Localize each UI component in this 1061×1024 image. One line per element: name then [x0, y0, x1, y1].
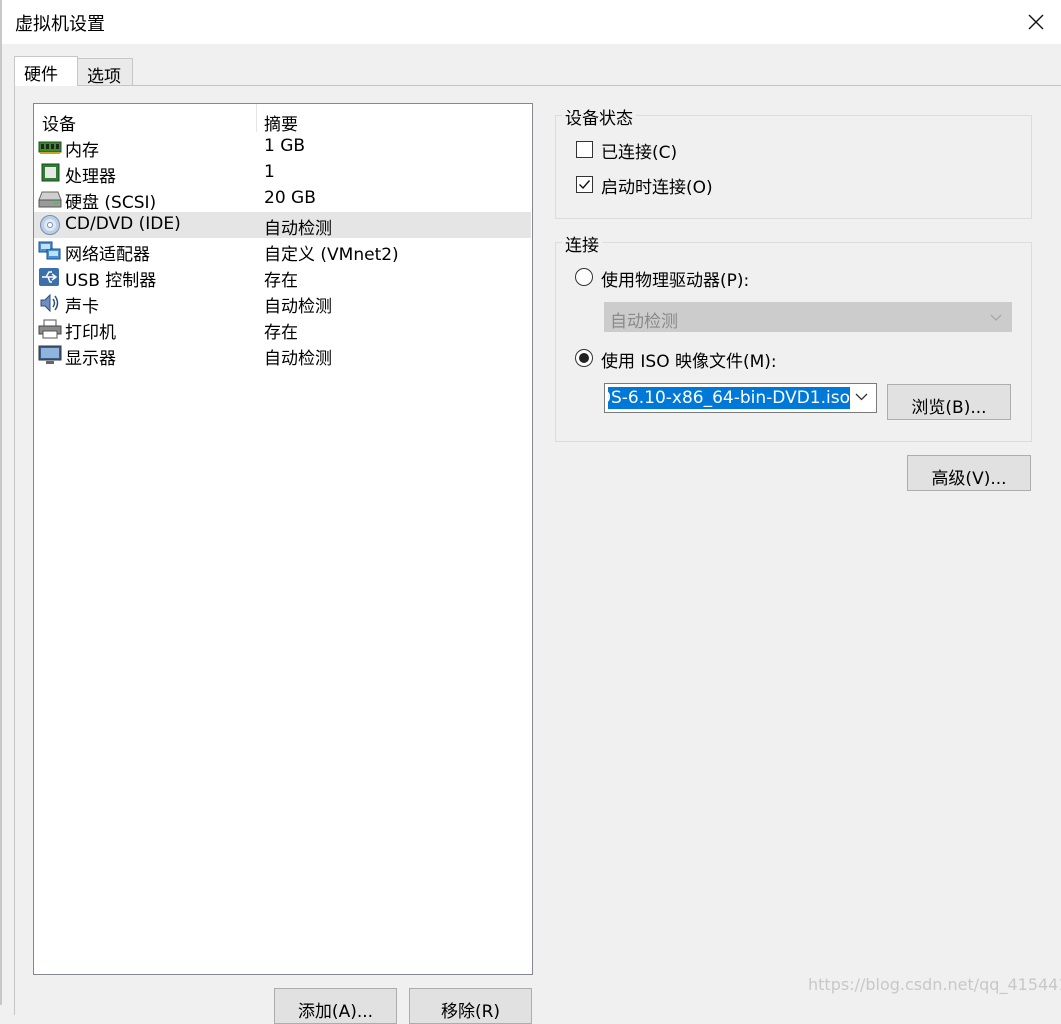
- device-name: 显示器: [65, 349, 116, 369]
- physical-drive-label[interactable]: 使用物理驱动器(P):: [601, 266, 749, 291]
- iso-image-label[interactable]: 使用 ISO 映像文件(M):: [601, 347, 777, 372]
- device-name: 内存: [65, 141, 99, 161]
- watermark: https://blog.csdn.net/qq_41544196: [808, 975, 1061, 994]
- display-icon: [38, 345, 62, 365]
- chevron-down-icon: [990, 314, 1002, 321]
- device-row-cd-dvd[interactable]: CD/DVD (IDE) 自动检测: [34, 212, 531, 239]
- add-device-button[interactable]: 添加(A)...: [274, 988, 397, 1024]
- network-adapter-icon: [38, 241, 62, 261]
- device-row-usb-controller[interactable]: USB 控制器 存在: [34, 264, 531, 291]
- device-status-legend: 设备状态: [562, 104, 636, 129]
- device-row-display[interactable]: 显示器 自动检测: [34, 342, 531, 369]
- device-status-group: [555, 115, 1032, 219]
- device-summary: 自定义 (VMnet2): [264, 245, 399, 265]
- memory-icon: [38, 137, 62, 157]
- device-row-memory[interactable]: 内存 1 GB: [34, 134, 531, 161]
- physical-drive-value: 自动检测: [610, 312, 678, 332]
- device-summary: 存在: [264, 271, 298, 291]
- browse-label: 浏览(B)...: [911, 398, 987, 418]
- hard-disk-icon: [38, 189, 62, 209]
- window-title: 虚拟机设置: [15, 14, 105, 35]
- connection-legend: 连接: [562, 231, 602, 256]
- chevron-down-icon[interactable]: [855, 393, 868, 401]
- add-device-label: 添加(A)...: [297, 1002, 374, 1022]
- window-edge: [0, 0, 2, 1005]
- column-divider[interactable]: [256, 104, 257, 132]
- physical-drive-select: 自动检测: [604, 302, 1012, 332]
- device-summary: 自动检测: [264, 297, 332, 317]
- device-summary: 1 GB: [264, 136, 306, 156]
- device-summary: 自动检测: [264, 349, 332, 369]
- connected-checkbox[interactable]: [576, 141, 593, 158]
- device-row-processor[interactable]: 处理器 1: [34, 160, 531, 187]
- tab-options-label: 选项: [87, 67, 121, 87]
- device-name: CD/DVD (IDE): [65, 214, 181, 234]
- tab-options[interactable]: 选项: [77, 58, 133, 87]
- device-summary: 20 GB: [264, 188, 316, 208]
- close-button[interactable]: [1018, 6, 1054, 38]
- device-name: USB 控制器: [65, 271, 157, 291]
- tab-hardware-label: 硬件: [24, 65, 58, 85]
- column-header-device[interactable]: 设备: [42, 110, 76, 135]
- tab-hardware[interactable]: 硬件: [14, 56, 78, 86]
- device-name: 声卡: [65, 297, 99, 317]
- printer-icon: [38, 319, 62, 339]
- advanced-label: 高级(V)...: [931, 469, 1007, 489]
- connected-label[interactable]: 已连接(C): [601, 138, 677, 163]
- iso-image-radio[interactable]: [575, 349, 593, 367]
- cd-dvd-icon: [38, 215, 62, 235]
- advanced-button[interactable]: 高级(V)...: [907, 455, 1031, 491]
- iso-path-value: DS-6.10-x86_64-bin-DVD1.iso: [608, 388, 850, 408]
- iso-path-combobox[interactable]: DS-6.10-x86_64-bin-DVD1.iso: [604, 383, 877, 413]
- device-summary: 自动检测: [264, 219, 332, 239]
- device-row-printer[interactable]: 打印机 存在: [34, 316, 531, 343]
- remove-device-label: 移除(R): [440, 1002, 501, 1022]
- column-header-summary[interactable]: 摘要: [264, 110, 298, 135]
- device-name: 处理器: [65, 167, 116, 187]
- device-summary: 存在: [264, 323, 298, 343]
- device-name: 打印机: [65, 323, 116, 343]
- device-row-hard-disk[interactable]: 硬盘 (SCSI) 20 GB: [34, 186, 531, 213]
- device-row-sound-card[interactable]: 声卡 自动检测: [34, 290, 531, 317]
- connect-at-power-on-checkbox[interactable]: [576, 176, 593, 193]
- device-summary: 1: [264, 162, 275, 182]
- device-list[interactable]: 设备 摘要 内存 1 GB 处理器 1 硬盘 (SCSI) 20 GB CD/D…: [33, 103, 533, 975]
- remove-device-button[interactable]: 移除(R): [409, 988, 532, 1024]
- device-name: 硬盘 (SCSI): [65, 193, 157, 213]
- processor-icon: [38, 163, 62, 183]
- device-row-network-adapter[interactable]: 网络适配器 自定义 (VMnet2): [34, 238, 531, 265]
- close-icon: [1028, 14, 1044, 30]
- physical-drive-radio[interactable]: [575, 268, 593, 286]
- device-name: 网络适配器: [65, 245, 150, 265]
- browse-button[interactable]: 浏览(B)...: [887, 384, 1011, 420]
- title-bar: [0, 0, 1061, 44]
- usb-icon: [38, 267, 62, 287]
- radio-dot: [579, 353, 589, 363]
- sound-card-icon: [38, 293, 62, 313]
- iso-path-input[interactable]: DS-6.10-x86_64-bin-DVD1.iso: [608, 387, 850, 409]
- connect-at-power-on-label[interactable]: 启动时连接(O): [601, 173, 713, 198]
- checkmark-icon: [579, 180, 591, 190]
